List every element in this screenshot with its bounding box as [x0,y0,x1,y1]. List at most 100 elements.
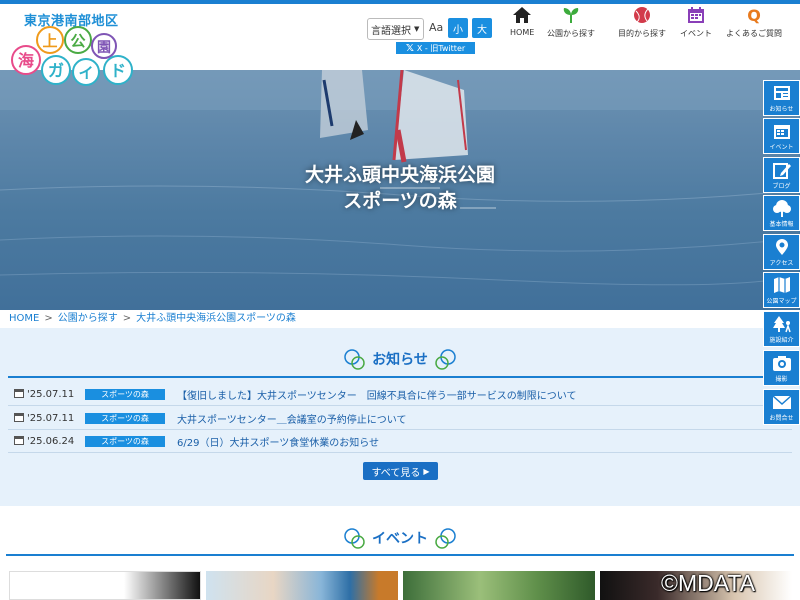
news-item[interactable]: '25.07.11 スポーツの森 【復旧しました】大井スポーツセンター 回線不具… [8,384,792,406]
ball-icon [634,7,650,23]
nav-home-label: HOME [510,28,535,37]
event-thumbnail[interactable] [9,571,201,600]
side-menu-news[interactable]: お知らせ [763,80,800,116]
camera-icon [772,355,791,371]
x-logo-icon: 𝕏 [405,42,414,54]
news-date: '25.06.24 [27,436,75,447]
news-tag: スポーツの森 [85,436,165,447]
news-title-link[interactable]: 【復旧しました】大井スポーツセンター 回線不具合に伴う一部サービスの制限について [177,387,577,402]
watermark: ©MDATA [661,570,756,596]
language-select[interactable]: 言語選択 ▼ [367,18,424,40]
calendar-icon [773,124,790,139]
font-size-label: Aa [429,21,444,34]
logo-char: イ [78,64,93,82]
nav-parks[interactable]: 公園から探す [547,6,595,39]
font-small-button[interactable]: 小 [448,18,468,38]
facility-icon [772,315,791,332]
caret-right-icon: ▶ [423,466,430,476]
news-title: お知らせ [372,352,428,368]
nav-events[interactable]: イベント [680,6,712,39]
home-icon [513,7,532,23]
side-menu-label: お知らせ [769,105,794,113]
x-twitter-label: X - 旧Twitter [416,43,466,53]
news-icon [773,85,790,100]
news-item[interactable]: '25.06.24 スポーツの森 6/29（日）大井スポーツ食堂休業のお知らせ [8,431,792,453]
calendar-icon [14,388,24,401]
x-twitter-link[interactable]: 𝕏 X - 旧Twitter [396,42,475,54]
view-all-label: すべて見る [371,467,421,479]
site-logo[interactable]: 海 上 公 園 ガ イ ド [10,26,140,88]
nav-parks-label: 公園から探す [547,29,595,38]
logo-char: 公 [70,32,85,50]
side-menu-label: ブログ [772,182,791,190]
side-menu-label: 公園マップ [766,297,797,305]
view-all-news-button[interactable]: すべて見る ▶ [363,462,438,480]
news-heading: お知らせ [0,348,800,370]
bubbles-icon [344,528,365,549]
news-divider [8,376,792,378]
news-section: お知らせ '25.07.11 スポーツの森 【復旧しました】大井スポーツセンター… [0,328,800,506]
sprout-icon [563,8,579,23]
event-thumbnail[interactable] [206,571,398,600]
chevron-down-icon: ▼ [414,25,420,33]
breadcrumb: HOME > 公園から探す > 大井ふ頭中央海浜公園スポーツの森 [0,310,800,328]
nav-purpose-label: 目的から探す [618,29,666,38]
events-title: イベント [372,531,428,547]
nav-faq-label: よくあるご質問 [726,29,782,38]
hero-title-line1: 大井ふ頭中央海浜公園 [304,164,495,186]
events-heading: イベント [0,527,800,549]
calendar-icon [688,7,704,23]
bubbles-icon [344,349,365,370]
side-menu-label: 撮影 [775,375,788,383]
news-tag: スポーツの森 [85,389,165,400]
calendar-icon [14,435,24,448]
hero-title-line2: スポーツの森 [343,190,457,212]
side-menu-map[interactable]: 公園マップ [763,272,800,308]
news-tag: スポーツの森 [85,413,165,424]
events-divider [6,554,794,556]
side-menu-label: アクセス [769,259,794,267]
side-menu-photography[interactable]: 撮影 [763,350,800,386]
language-select-label: 言語選択 [371,25,411,37]
breadcrumb-home[interactable]: HOME [9,313,39,324]
side-menu-label: 施設紹介 [769,336,794,344]
hero-title: 大井ふ頭中央海浜公園 スポーツの森 [0,162,800,214]
map-icon [773,276,790,293]
nav-purpose[interactable]: 目的から探す [618,6,666,39]
logo-char: ガ [48,61,64,80]
news-title-link[interactable]: 6/29（日）大井スポーツ食堂休業のお知らせ [177,434,379,449]
event-thumbnail[interactable] [403,571,595,600]
nav-home[interactable]: HOME [510,6,534,37]
side-menu-label: お問合せ [769,414,794,422]
side-menu-contact[interactable]: お問合せ [763,389,800,425]
side-menu-events[interactable]: イベント [763,118,800,154]
q-icon: Q [747,6,761,24]
font-large-button[interactable]: 大 [472,18,492,38]
breadcrumb-separator: > [44,313,53,324]
side-menu-info[interactable]: 基本情報 [763,195,800,231]
pen-icon [772,162,791,179]
bubbles-icon [435,349,456,370]
news-item[interactable]: '25.07.11 スポーツの森 大井スポーツセンター＿会議室の予約停止について [8,408,792,430]
side-menu-blog[interactable]: ブログ [763,157,800,193]
mail-icon [772,394,791,409]
hero-banner: 大井ふ頭中央海浜公園 スポーツの森 [0,70,800,310]
side-menu-access[interactable]: アクセス [763,234,800,270]
breadcrumb-separator: > [122,313,132,324]
calendar-icon [14,412,24,425]
news-date: '25.07.11 [27,413,75,424]
news-title-link[interactable]: 大井スポーツセンター＿会議室の予約停止について [177,411,407,426]
breadcrumb-current: 大井ふ頭中央海浜公園スポーツの森 [136,313,296,324]
tree-icon [772,199,791,217]
side-menu-facilities[interactable]: 施設紹介 [763,311,800,347]
bubbles-icon [435,528,456,549]
breadcrumb-parks[interactable]: 公園から探す [58,313,118,324]
logo-char: 上 [42,32,57,50]
side-menu-label: イベント [769,143,794,151]
news-date: '25.07.11 [27,389,75,400]
nav-faq[interactable]: Q よくあるご質問 [726,6,782,39]
side-menu-label: 基本情報 [769,220,794,228]
logo-char: ド [110,61,126,80]
svg-text:Q: Q [747,6,761,24]
logo-char: 園 [97,40,111,56]
